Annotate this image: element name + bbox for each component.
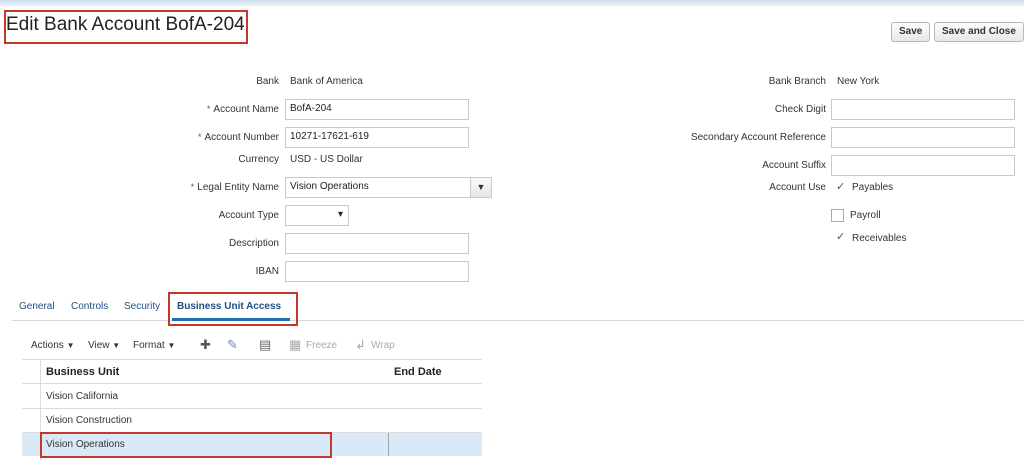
legal-entity-label-text: Legal Entity Name	[197, 182, 279, 193]
table-header-border	[22, 383, 482, 384]
account-number-label: * Account Number	[198, 132, 279, 143]
column-header-business-unit[interactable]: Business Unit	[46, 366, 119, 378]
table-top-border	[22, 359, 482, 360]
payables-label: Payables	[852, 182, 894, 193]
tab-highlight-box	[168, 292, 298, 326]
legal-entity-input[interactable]: Vision Operations	[285, 177, 471, 198]
chevron-down-icon: ▼	[66, 341, 75, 350]
legal-entity-label: * Legal Entity Name	[191, 182, 279, 193]
currency-value: USD - US Dollar	[290, 154, 363, 165]
bank-label: Bank	[256, 76, 279, 87]
secondary-account-reference-input[interactable]	[831, 127, 1015, 148]
payroll-label: Payroll	[850, 210, 881, 221]
required-marker: *	[190, 182, 195, 192]
account-name-label-text: Account Name	[213, 104, 279, 115]
check-digit-input[interactable]	[831, 99, 1015, 120]
account-name-input[interactable]: BofA-204	[285, 99, 469, 120]
secondary-account-reference-label: Secondary Account Reference	[690, 132, 826, 143]
account-number-label-text: Account Number	[204, 132, 279, 143]
tab-divider	[12, 320, 1024, 321]
account-name-label: * Account Name	[207, 104, 279, 115]
account-number-input[interactable]: 10271-17621-619	[285, 127, 469, 148]
table-row-business-unit[interactable]: Vision Construction	[46, 415, 132, 426]
format-menu[interactable]: Format ▼	[133, 340, 175, 351]
receivables-check-icon[interactable]: ✓	[836, 230, 845, 243]
required-marker: *	[198, 132, 202, 142]
payroll-checkbox[interactable]	[831, 209, 844, 222]
description-label: Description	[228, 238, 279, 249]
account-use-label: Account Use	[769, 182, 826, 193]
receivables-label: Receivables	[852, 233, 907, 244]
save-button[interactable]: Save	[891, 22, 931, 42]
tab-general[interactable]: General	[19, 301, 55, 312]
freeze-button[interactable]: Freeze	[306, 340, 337, 351]
account-suffix-label: Account Suffix	[762, 160, 826, 171]
row-divider	[22, 408, 482, 409]
description-input[interactable]	[285, 233, 469, 254]
wrap-button[interactable]: Wrap	[371, 340, 395, 351]
chevron-down-icon: ▼	[112, 341, 121, 350]
bank-branch-value: New York	[837, 76, 880, 87]
view-menu[interactable]: View ▼	[88, 340, 120, 351]
detach-icon[interactable]: ▤	[259, 337, 271, 353]
bank-value: Bank of America	[290, 76, 363, 87]
column-header-end-date[interactable]: End Date	[394, 366, 442, 378]
bank-branch-label: Bank Branch	[768, 76, 826, 87]
payables-check-icon[interactable]: ✓	[836, 180, 845, 193]
actions-menu[interactable]: Actions ▼	[31, 340, 75, 351]
required-marker: *	[206, 104, 211, 114]
freeze-icon: ▦	[289, 337, 302, 352]
account-type-label: Account Type	[218, 210, 279, 221]
selected-row-highlight-box	[40, 432, 332, 458]
tab-controls[interactable]: Controls	[71, 301, 108, 312]
check-digit-label: Check Digit	[774, 104, 826, 115]
chevron-down-icon: ▼	[167, 341, 176, 350]
table-row-business-unit[interactable]: Vision California	[46, 391, 118, 402]
iban-input[interactable]	[285, 261, 469, 282]
save-and-close-button[interactable]: Save and Close	[934, 22, 1024, 42]
currency-label: Currency	[238, 154, 279, 165]
tab-security[interactable]: Security	[124, 301, 160, 312]
add-icon[interactable]: ✚	[200, 337, 211, 353]
wrap-icon: ↲	[355, 337, 366, 352]
account-type-select[interactable]: ▾	[285, 205, 349, 226]
title-highlight-box	[4, 10, 248, 44]
edit-icon[interactable]: ✎	[227, 337, 238, 353]
legal-entity-dropdown-button[interactable]: ▼	[470, 177, 492, 198]
chevron-down-icon: ▾	[337, 209, 343, 220]
chevron-down-icon: ▼	[476, 182, 486, 192]
iban-label: IBAN	[255, 266, 279, 277]
account-suffix-input[interactable]	[831, 155, 1015, 176]
cell-divider	[388, 433, 389, 456]
